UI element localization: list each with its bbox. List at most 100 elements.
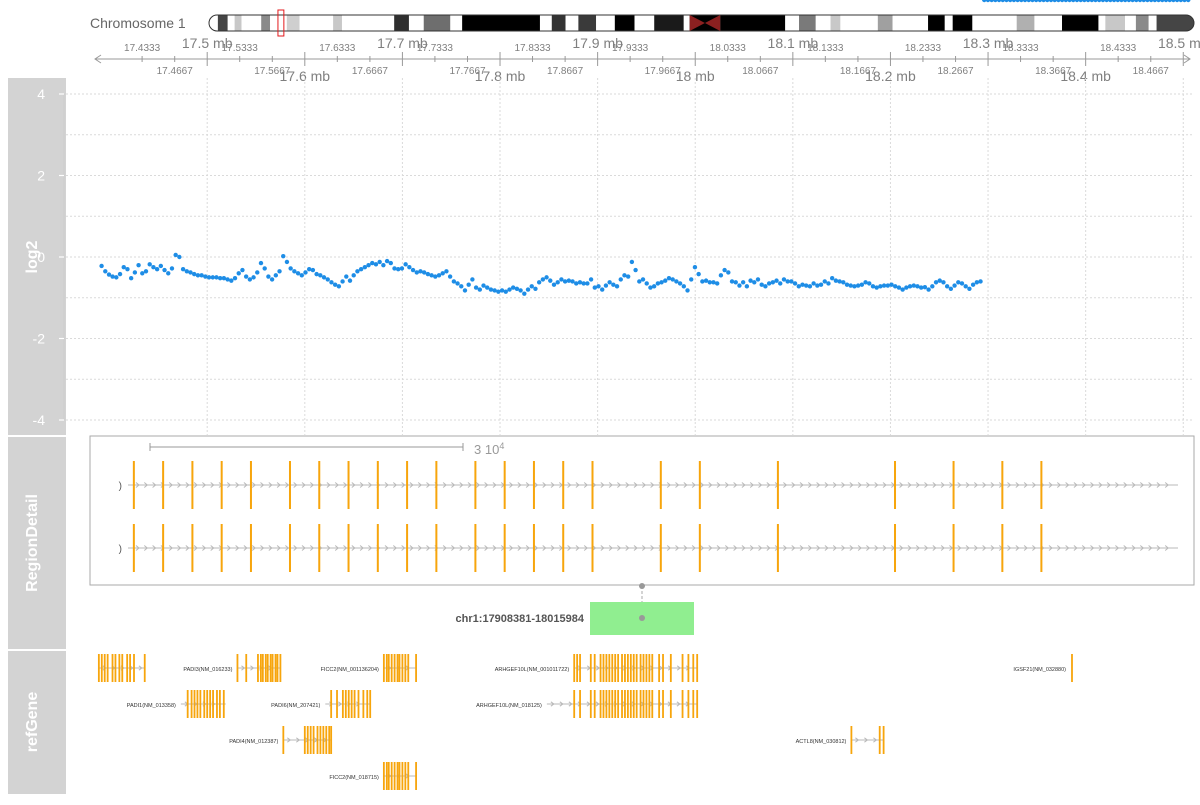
scale-bar-value: 3 10 <box>474 442 499 457</box>
gene-model: FICC2(NM_001136204) <box>321 654 417 682</box>
region-connector-bottom-dot <box>639 615 645 621</box>
log2-point <box>637 279 642 284</box>
log2-point <box>362 264 368 270</box>
log2-point <box>444 269 449 274</box>
axis-minor-label: 17.6667 <box>352 66 389 77</box>
log2-point <box>878 284 883 289</box>
log2-point <box>585 281 590 286</box>
log2-point <box>696 271 701 277</box>
axis-minor-label: 17.7667 <box>449 66 486 77</box>
gene-exon-block <box>387 762 390 790</box>
log2-point <box>481 283 486 288</box>
gene-exon-block <box>353 690 356 718</box>
ideogram-band <box>928 15 945 31</box>
exon-block <box>503 524 506 572</box>
gene-exon-block <box>602 690 605 718</box>
gene-exon-block <box>415 654 417 682</box>
ideogram-band <box>944 15 953 31</box>
gene-exon-block <box>218 690 221 718</box>
ideogram-band <box>1034 15 1063 31</box>
gene-exon-block <box>393 762 396 790</box>
log2-point <box>269 277 275 282</box>
exon-block <box>406 461 409 509</box>
log2-point <box>974 280 980 285</box>
exon-block <box>776 461 779 509</box>
log2-point <box>807 284 813 289</box>
gene-exon-block <box>322 726 325 754</box>
gene-exon-block <box>696 654 699 682</box>
ideogram-band <box>299 15 334 31</box>
gene-exon-block <box>593 690 596 718</box>
gene-exon-block <box>573 654 576 682</box>
exon-block <box>698 461 701 509</box>
gene-exon-block <box>325 726 328 754</box>
log2-point <box>818 282 824 287</box>
log2-point <box>110 274 115 279</box>
log2-point <box>292 269 297 274</box>
log2-point <box>930 284 935 289</box>
ideogram-band <box>227 15 235 31</box>
gene-exon-block <box>662 654 664 682</box>
gene-exon-block <box>129 654 131 682</box>
log2-point <box>629 259 635 265</box>
gene-exon-block <box>350 690 353 718</box>
gene-exon-block <box>264 654 267 682</box>
log2-point <box>625 274 631 279</box>
gene-exon-block <box>407 654 410 682</box>
exon-block <box>591 524 594 572</box>
gene-exon-block <box>626 690 629 718</box>
log2-point <box>262 266 267 271</box>
exon-block <box>435 524 438 572</box>
exon-block <box>503 461 506 509</box>
ideogram-band <box>1148 15 1157 31</box>
log2-point <box>941 280 946 285</box>
log2-point <box>833 278 839 283</box>
exon-block <box>376 461 379 509</box>
ideogram-band <box>551 15 566 31</box>
log2-point <box>815 283 820 288</box>
gene-exon-block <box>133 654 135 682</box>
log2-point <box>970 282 976 287</box>
gene-exon-block <box>401 762 404 790</box>
gene-exon-block <box>658 654 661 682</box>
exon-block <box>1001 461 1004 509</box>
log2-point <box>177 254 182 260</box>
log2-gridlines <box>66 78 1194 435</box>
ideogram-band <box>408 15 424 31</box>
gene-exon-block <box>398 762 401 790</box>
log2-point <box>718 273 724 278</box>
axis-minor-label: 18.3667 <box>1035 66 1072 77</box>
log2-point <box>737 283 742 288</box>
gene-exon-block <box>602 654 605 682</box>
exon-block <box>132 524 135 572</box>
log2-point <box>822 279 827 284</box>
log2-point <box>774 278 779 283</box>
log2-point <box>462 288 468 293</box>
log2-point <box>689 277 694 282</box>
log2-point <box>918 285 924 290</box>
log2-point <box>651 284 657 289</box>
gene-exon-block <box>614 654 617 682</box>
gene-name-label: FICC2(NM_001136204) <box>321 667 379 673</box>
gene-exon-block <box>614 690 617 718</box>
gene-exon-block <box>681 654 684 682</box>
log2-point <box>967 286 972 291</box>
log2-point <box>763 284 768 289</box>
gene-exon-block <box>669 654 672 682</box>
gene-exon-block <box>382 654 385 682</box>
log2-point <box>607 280 612 285</box>
log2-point <box>733 280 738 285</box>
log2-point <box>258 260 264 266</box>
gene-exon-block <box>393 654 396 682</box>
gene-name-label: ARHGEF10L(NM_018125) <box>476 703 542 709</box>
gene-model: ARHGEF10L(NM_001011722) <box>495 654 699 682</box>
log2-point <box>355 269 360 274</box>
gene-exon-block <box>882 726 885 754</box>
gene-exon-block <box>209 690 212 718</box>
ideogram-band <box>234 15 242 31</box>
ideogram-band <box>952 15 973 31</box>
log2-point <box>518 288 523 293</box>
log2-point <box>236 271 241 276</box>
log2-point <box>952 283 957 288</box>
log2-point <box>477 287 483 292</box>
